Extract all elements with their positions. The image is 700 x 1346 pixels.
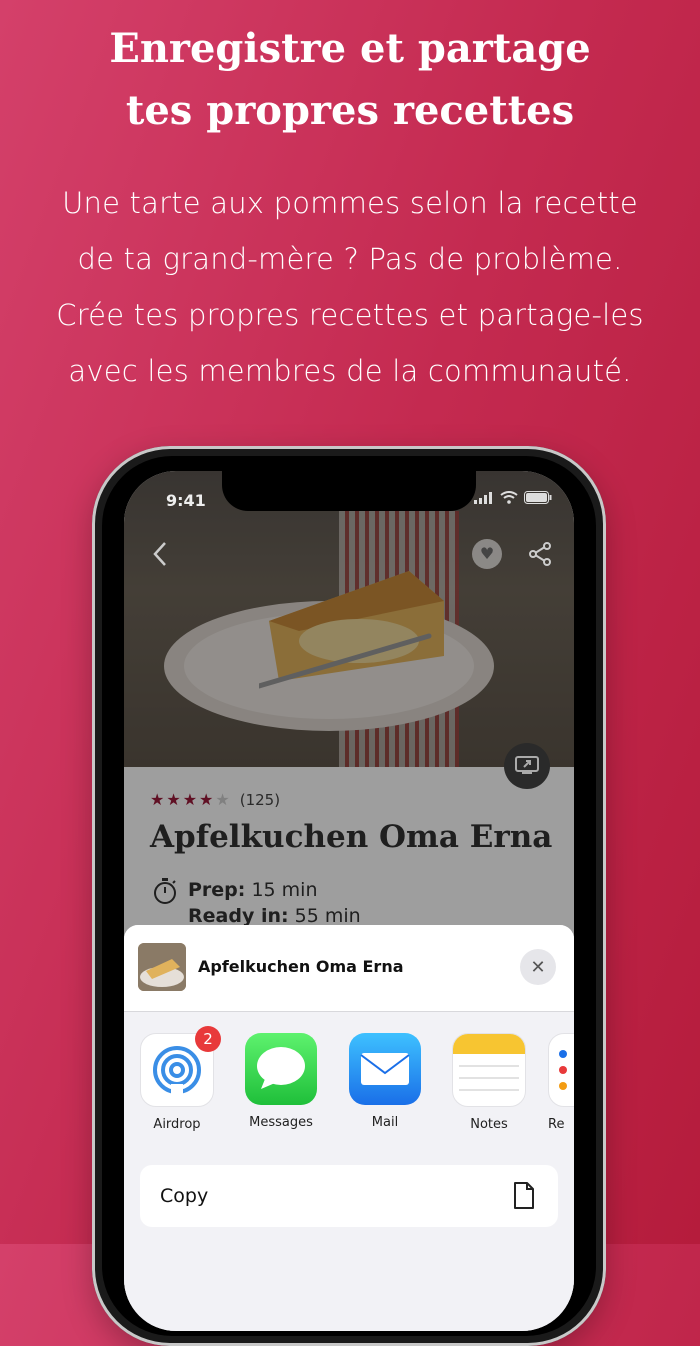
share-app-label: Mail (371, 1115, 399, 1130)
share-icon[interactable] (528, 541, 552, 567)
signal-icon (474, 491, 492, 504)
subtext-line-3: Crée tes propres recettes et partage-les (56, 298, 644, 332)
messages-icon (245, 1033, 317, 1105)
copy-action[interactable]: Copy (140, 1165, 558, 1227)
share-sheet-header: Apfelkuchen Oma Erna ✕ (124, 925, 574, 1012)
headline-line-1: Enregistre et partage (109, 25, 591, 72)
subtext-line-4: avec les membres de la communauté. (68, 354, 632, 388)
screen-cast-icon (515, 756, 539, 774)
close-button[interactable]: ✕ (520, 949, 556, 985)
share-apps-row: 2 Airdrop Messages Mail Notes Re (124, 1026, 574, 1143)
phone-frame: ★ ★ ★ ★ ★ (125) Apfelkuchen Oma Erna Pre… (92, 446, 606, 1346)
subtext-line-2: de ta grand-mère ? Pas de problème. (77, 242, 623, 276)
cast-button[interactable] (504, 743, 550, 789)
favorite-button[interactable]: ♥ (472, 539, 502, 569)
headline: Enregistre et partage tes propres recett… (0, 18, 700, 142)
share-app-label: Airdrop (153, 1117, 201, 1132)
cake-thumbnail-icon (138, 943, 186, 991)
headline-line-2: tes propres recettes (125, 87, 575, 134)
share-app-notes[interactable]: Notes (444, 1033, 534, 1132)
reminders-icon (548, 1033, 574, 1107)
heart-icon: ♥ (479, 544, 495, 563)
back-chevron-icon[interactable] (152, 541, 168, 567)
share-app-label: Re (548, 1117, 565, 1132)
wifi-icon (500, 491, 518, 504)
subtext: Une tarte aux pommes selon la recette de… (20, 175, 680, 399)
share-app-label: Messages (249, 1115, 313, 1130)
airdrop-icon: 2 (140, 1026, 221, 1107)
share-sheet-title: Apfelkuchen Oma Erna (198, 957, 404, 976)
status-icons (474, 491, 552, 504)
copy-label: Copy (160, 1185, 209, 1207)
notification-badge: 2 (195, 1026, 221, 1052)
document-icon (514, 1182, 534, 1209)
notes-icon (452, 1033, 526, 1107)
battery-icon (524, 491, 552, 504)
share-sheet: Apfelkuchen Oma Erna ✕ 2 Airdrop Message… (124, 925, 574, 1331)
close-icon: ✕ (530, 956, 546, 978)
share-app-label: Notes (470, 1117, 508, 1132)
status-time: 9:41 (166, 491, 206, 510)
share-app-mail[interactable]: Mail (340, 1033, 430, 1130)
phone-notch (222, 471, 476, 511)
phone-screen: ★ ★ ★ ★ ★ (125) Apfelkuchen Oma Erna Pre… (124, 471, 574, 1331)
share-app-airdrop[interactable]: 2 Airdrop (132, 1026, 222, 1132)
share-app-reminders[interactable]: Re (548, 1033, 574, 1132)
share-app-messages[interactable]: Messages (236, 1033, 326, 1130)
subtext-line-1: Une tarte aux pommes selon la recette (62, 186, 638, 220)
mail-icon (349, 1033, 421, 1105)
recipe-thumbnail (138, 943, 186, 991)
